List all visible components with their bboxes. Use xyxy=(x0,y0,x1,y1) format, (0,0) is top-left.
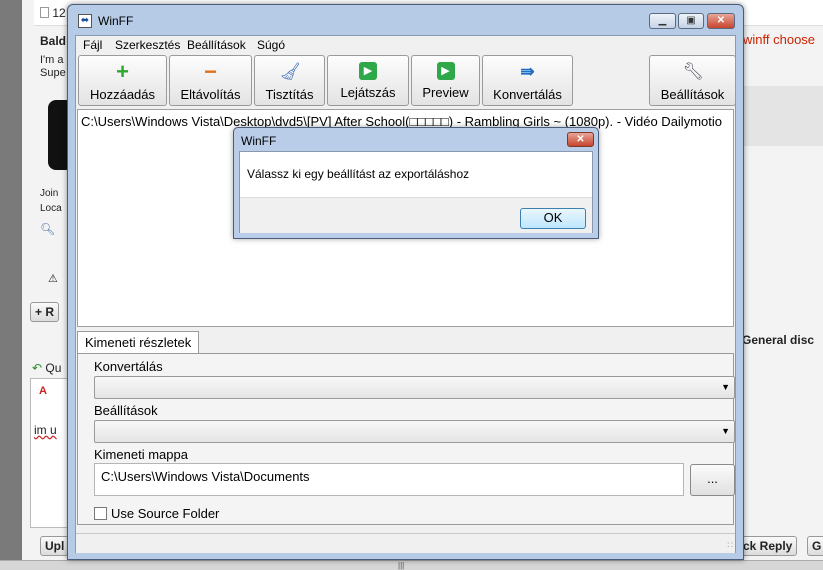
window-client: Fájl Szerkesztés Beállítások Súgó + Hozz… xyxy=(75,35,736,553)
convert-button[interactable]: ⇛ Konvertálás xyxy=(482,55,573,106)
convert-type-select[interactable]: ▼ xyxy=(94,376,735,399)
plus-icon: + xyxy=(116,59,129,84)
fast-forward-icon: ⇛ xyxy=(520,62,535,81)
warning-icon[interactable]: ⚠ xyxy=(48,272,58,285)
post-header-text: 12 xyxy=(40,6,66,20)
window-title: WinFF xyxy=(98,14,134,28)
message-dialog: WinFF ✕ Válassz ki egy beállítást az exp… xyxy=(233,127,599,239)
maximize-button[interactable]: ▣ xyxy=(678,13,704,29)
tab-output-details[interactable]: Kimeneti részletek xyxy=(77,331,200,354)
clear-button[interactable]: 🧹︎ Tisztítás xyxy=(254,55,325,106)
menu-help[interactable]: Súgó xyxy=(257,38,285,52)
post-username[interactable]: Bald xyxy=(40,34,66,48)
convert-type-label: Konvertálás xyxy=(94,359,163,374)
output-details-area: Kimeneti részletek Konvertálás ▼ Beállít… xyxy=(76,329,735,529)
settings-button[interactable]: 🔧︎ Beállítások xyxy=(649,55,736,106)
use-source-folder-checkbox[interactable] xyxy=(94,507,107,520)
play-button-label: Lejátszás xyxy=(340,85,396,100)
desktop-edge xyxy=(0,0,22,570)
quote-icon[interactable]: ↶ Qu xyxy=(32,361,61,375)
menu-edit[interactable]: Szerkesztés xyxy=(115,38,180,52)
quick-reply-button[interactable]: ck Reply xyxy=(738,536,798,556)
post-text-line-2: Supe xyxy=(40,67,66,79)
page-icon xyxy=(40,7,49,18)
scrollbar-grip-icon[interactable]: ||| xyxy=(398,561,404,570)
dialog-title: WinFF xyxy=(241,134,277,148)
app-icon[interactable]: ⬌ xyxy=(78,14,92,28)
title-bar[interactable]: ⬌ WinFF ▁ ▣ ✕ xyxy=(68,5,743,35)
section-title-fragment: General disc xyxy=(742,333,815,347)
wrench-icon: 🔧︎ xyxy=(682,62,705,81)
search-icon[interactable]: 🔍︎ xyxy=(40,222,55,236)
resize-grip-icon[interactable]: ∷ xyxy=(727,540,733,551)
add-button-label: Hozzáadás xyxy=(89,87,156,102)
convert-button-label: Konvertálás xyxy=(493,87,562,102)
menu-bar: Fájl Szerkesztés Beállítások Súgó xyxy=(76,36,735,54)
menu-settings[interactable]: Beállítások xyxy=(187,38,246,52)
dialog-footer: OK xyxy=(240,197,592,233)
broom-icon: 🧹︎ xyxy=(279,62,302,81)
clear-button-label: Tisztítás xyxy=(265,87,314,102)
play-icon: ▶ xyxy=(359,62,377,80)
add-reply-button[interactable]: + R xyxy=(30,302,60,322)
dialog-message: Válassz ki egy beállítást az exportálásh… xyxy=(247,167,470,181)
remove-button-label: Eltávolítás xyxy=(180,87,241,102)
avatar xyxy=(48,100,68,170)
join-label: Join xyxy=(40,188,59,199)
menu-file[interactable]: Fájl xyxy=(83,38,102,52)
minimize-button[interactable]: ▁ xyxy=(649,13,676,29)
preview-button-label: Preview xyxy=(422,85,469,100)
output-folder-label: Kimeneti mappa xyxy=(94,447,188,462)
status-bar: ∷ xyxy=(76,533,735,553)
toolbar: + Hozzáadás − Eltávolítás 🧹︎ Tisztítás ▶… xyxy=(76,55,736,107)
dropdown-arrow-icon: ▼ xyxy=(721,426,730,436)
spellcheck-icon[interactable]: A xyxy=(39,385,47,397)
sidebar-panel xyxy=(737,86,823,146)
output-details-panel: Konvertálás ▼ Beállítások ▼ Kimeneti map… xyxy=(77,353,735,525)
dropdown-arrow-icon: ▼ xyxy=(721,382,730,392)
go-button[interactable]: G xyxy=(807,536,823,556)
ok-button[interactable]: OK xyxy=(520,208,586,229)
dialog-body: Válassz ki egy beállítást az exportálásh… xyxy=(239,151,593,233)
preview-play-icon: ▶ xyxy=(436,62,455,80)
horizontal-scrollbar[interactable] xyxy=(0,560,823,570)
upload-button[interactable]: Upl xyxy=(40,536,70,556)
post-text-line-1: I'm a xyxy=(40,54,64,66)
location-label: Loca xyxy=(40,203,62,214)
preset-label: Beállítások xyxy=(94,403,158,418)
editor-text: im u xyxy=(34,423,57,437)
thread-title-fragment: winff choose xyxy=(743,32,816,47)
settings-button-label: Beállítások xyxy=(660,87,725,102)
close-button[interactable]: ✕ xyxy=(707,13,735,29)
use-source-folder-label[interactable]: Use Source Folder xyxy=(111,506,219,521)
browse-button[interactable]: ... xyxy=(690,464,735,496)
dialog-close-button[interactable]: ✕ xyxy=(567,132,594,147)
preview-button[interactable]: ▶ Preview xyxy=(411,55,480,106)
remove-button[interactable]: − Eltávolítás xyxy=(169,55,252,106)
output-folder-field[interactable]: C:\Users\Windows Vista\Documents xyxy=(94,463,684,496)
minus-icon: − xyxy=(204,59,217,84)
preset-select[interactable]: ▼ xyxy=(94,420,735,443)
add-button[interactable]: + Hozzáadás xyxy=(78,55,167,106)
winff-window: ⬌ WinFF ▁ ▣ ✕ Fájl Szerkesztés Beállítás… xyxy=(67,4,744,560)
play-button[interactable]: ▶ Lejátszás xyxy=(327,55,409,106)
